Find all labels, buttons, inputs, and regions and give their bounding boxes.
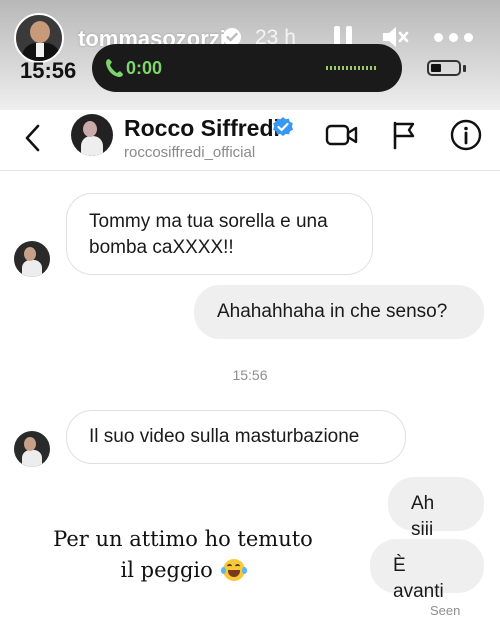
video-call-icon[interactable] xyxy=(325,122,359,148)
call-indicator[interactable]: 0:00 xyxy=(92,44,402,92)
audio-wave xyxy=(326,66,378,70)
sender-avatar[interactable] xyxy=(14,241,50,277)
flag-icon[interactable] xyxy=(391,120,417,150)
contact-handle: roccosiffredi_official xyxy=(124,144,256,161)
message-text-line: Tommy ma tua sorella e una xyxy=(89,211,328,232)
caption-line-2-wrap: il peggio xyxy=(38,555,328,586)
chat-header: Rocco Siffredi roccosiffredi_official xyxy=(0,110,500,168)
sender-avatar[interactable] xyxy=(14,431,50,467)
status-clock: 15:56 xyxy=(20,58,77,83)
laughing-emoji xyxy=(221,559,248,581)
message-bubble-sent[interactable]: Ahahahhaha in che senso? xyxy=(194,285,484,339)
story-caption: Per un attimo ho temuto il peggio xyxy=(38,524,328,586)
info-icon[interactable] xyxy=(450,119,482,151)
seen-label: Seen xyxy=(430,603,461,618)
header-divider xyxy=(0,170,500,171)
call-timer: 0:00 xyxy=(126,58,163,78)
contact-avatar[interactable] xyxy=(71,114,113,156)
message-bubble-received[interactable]: Tommy ma tua sorella e una bomba caXXXX!… xyxy=(66,193,373,275)
message-timestamp: 15:56 xyxy=(232,367,268,383)
message-bubble-received[interactable]: Il suo video sulla masturbazione xyxy=(66,410,406,464)
phone-icon xyxy=(106,59,123,77)
back-icon[interactable] xyxy=(22,123,44,153)
message-text-line: È avanti xyxy=(393,555,444,602)
verified-icon xyxy=(273,117,293,136)
caption-line-1: Per un attimo ho temuto xyxy=(53,527,313,551)
message-bubble-sent[interactable]: Ah siii xyxy=(388,477,484,540)
battery-icon xyxy=(427,60,461,76)
story-header: tommasozorzi 23 h 15:56 0:00 xyxy=(0,0,500,110)
story-avatar[interactable] xyxy=(14,13,64,63)
contact-name[interactable]: Rocco Siffredi xyxy=(124,115,280,142)
caption-line-2: il peggio xyxy=(120,558,213,582)
message-text-line: Ahahahhaha in che senso? xyxy=(217,301,448,322)
message-text-line: bomba caXXXX!! xyxy=(89,237,234,258)
message-text-line: Ah siii xyxy=(411,493,435,540)
message-bubble-sent[interactable]: È avanti xyxy=(370,539,484,602)
more-icon[interactable] xyxy=(434,33,474,43)
battery-cap xyxy=(463,65,466,72)
message-text-line: Il suo video sulla masturbazione xyxy=(89,426,360,447)
